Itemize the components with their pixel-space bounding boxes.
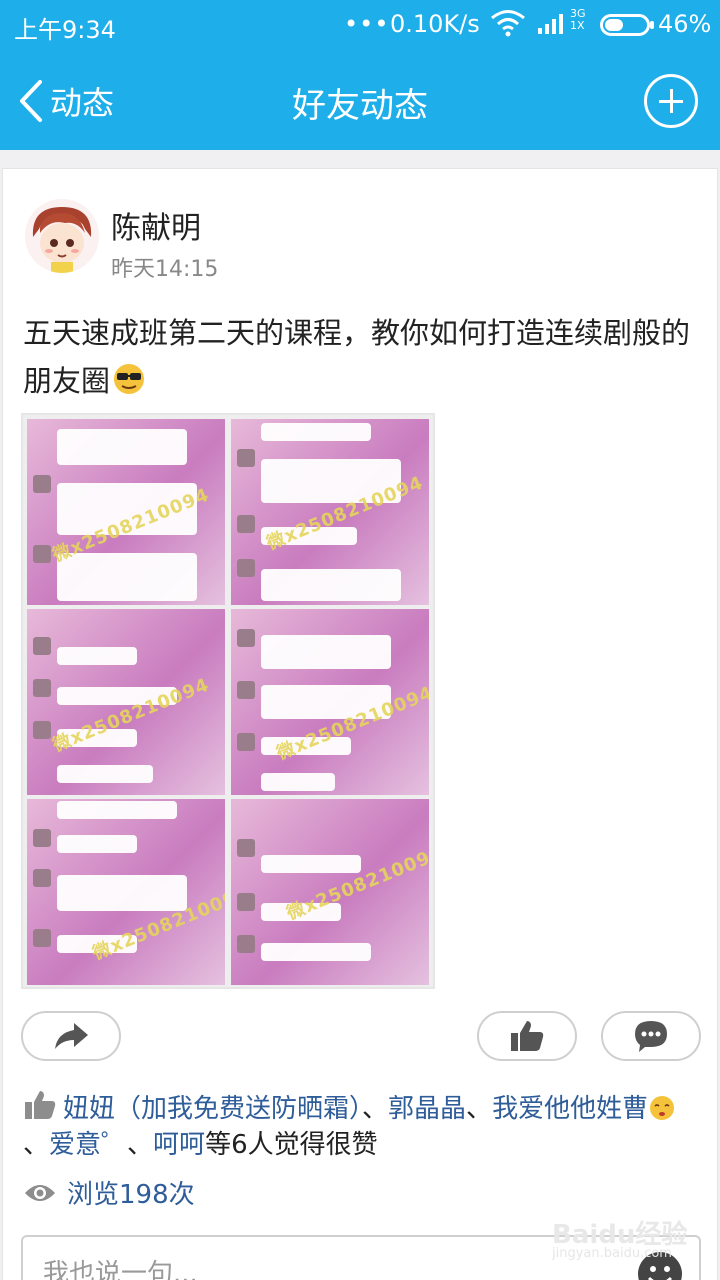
liker-name[interactable]: 妞妞（加我免费送防晒霜） [63,1094,362,1124]
view-count-label: 浏览198次 [67,1180,195,1210]
page-title: 好友动态 [292,86,428,126]
image-tile: 微x2508210094 [27,419,225,605]
title-bar: 上午9:34 ••• 0.10K/s 3G 1X 46% 动态 好友动态 [0,0,720,150]
avatar[interactable] [25,199,99,273]
likes-separator: 、 [466,1094,493,1124]
liker-name[interactable]: 爱意゜ [49,1130,127,1160]
thumbs-up-icon [25,1091,56,1119]
post-image[interactable]: 微x2508210094 微x2508210094 微x2508210094 微… [21,413,435,989]
view-count: 浏览198次 [23,1174,195,1211]
likes-summary: 妞妞（加我免费送防晒霜）、郭晶晶、我爱他他姓曹 、爱意゜、呵呵等6人觉得很赞 [23,1089,703,1163]
likes-separator: 、 [127,1130,154,1160]
blush-emoji-icon [650,1096,675,1120]
comment-placeholder: 我也说一句... [43,1259,198,1280]
add-post-button[interactable] [644,74,698,128]
status-bar: 上午9:34 ••• 0.10K/s 3G 1X 46% [0,0,720,50]
baidu-watermark-url: jingyan.baidu.com [552,1246,672,1261]
comment-button[interactable] [601,1011,701,1061]
liker-name[interactable]: 我爱他他姓曹 [492,1094,648,1124]
post-text: 五天速成班第二天的课程，教你如何打造连续剧般的朋友圈 [23,309,703,405]
post-card: 陈献明 昨天14:15 五天速成班第二天的课程，教你如何打造连续剧般的朋友圈 微… [2,168,718,1280]
post-time: 昨天14:15 [111,257,219,282]
likes-separator: 、 [362,1094,389,1124]
network-speed: 0.10K/s [390,10,480,38]
like-button[interactable] [477,1011,577,1061]
battery-percent: 46% [658,10,712,38]
eye-icon [25,1184,55,1201]
network-type: 3G 1X [570,8,586,32]
sunglasses-emoji-icon [114,364,145,394]
image-tile: 微x2508210094 [27,799,225,985]
cartoon-avatar-icon [25,199,99,273]
signal-icon [538,14,563,34]
network-type-bottom: 1X [570,19,585,32]
comment-bubble-icon [635,1021,667,1052]
status-dots: ••• [344,10,390,38]
likes-suffix: 等6人觉得很赞 [205,1130,378,1160]
liker-name[interactable]: 呵呵 [153,1130,205,1160]
image-watermark: 微x2508210094 [283,842,429,925]
image-tile: 微x2508210094 [231,419,429,605]
status-time: 上午9:34 [14,16,116,44]
author-name[interactable]: 陈献明 [111,203,201,247]
likes-separator: 、 [23,1130,50,1160]
liker-name[interactable]: 郭晶晶 [388,1094,466,1124]
wifi-icon [491,10,525,37]
share-button[interactable] [21,1011,121,1061]
image-tile: 微x2508210094 [231,609,429,795]
image-tile: 微x2508210094 [27,609,225,795]
thumbs-up-icon [511,1021,544,1051]
battery-icon [600,14,654,36]
share-arrow-icon [55,1023,88,1049]
image-tile: 微x2508210094 [231,799,429,985]
